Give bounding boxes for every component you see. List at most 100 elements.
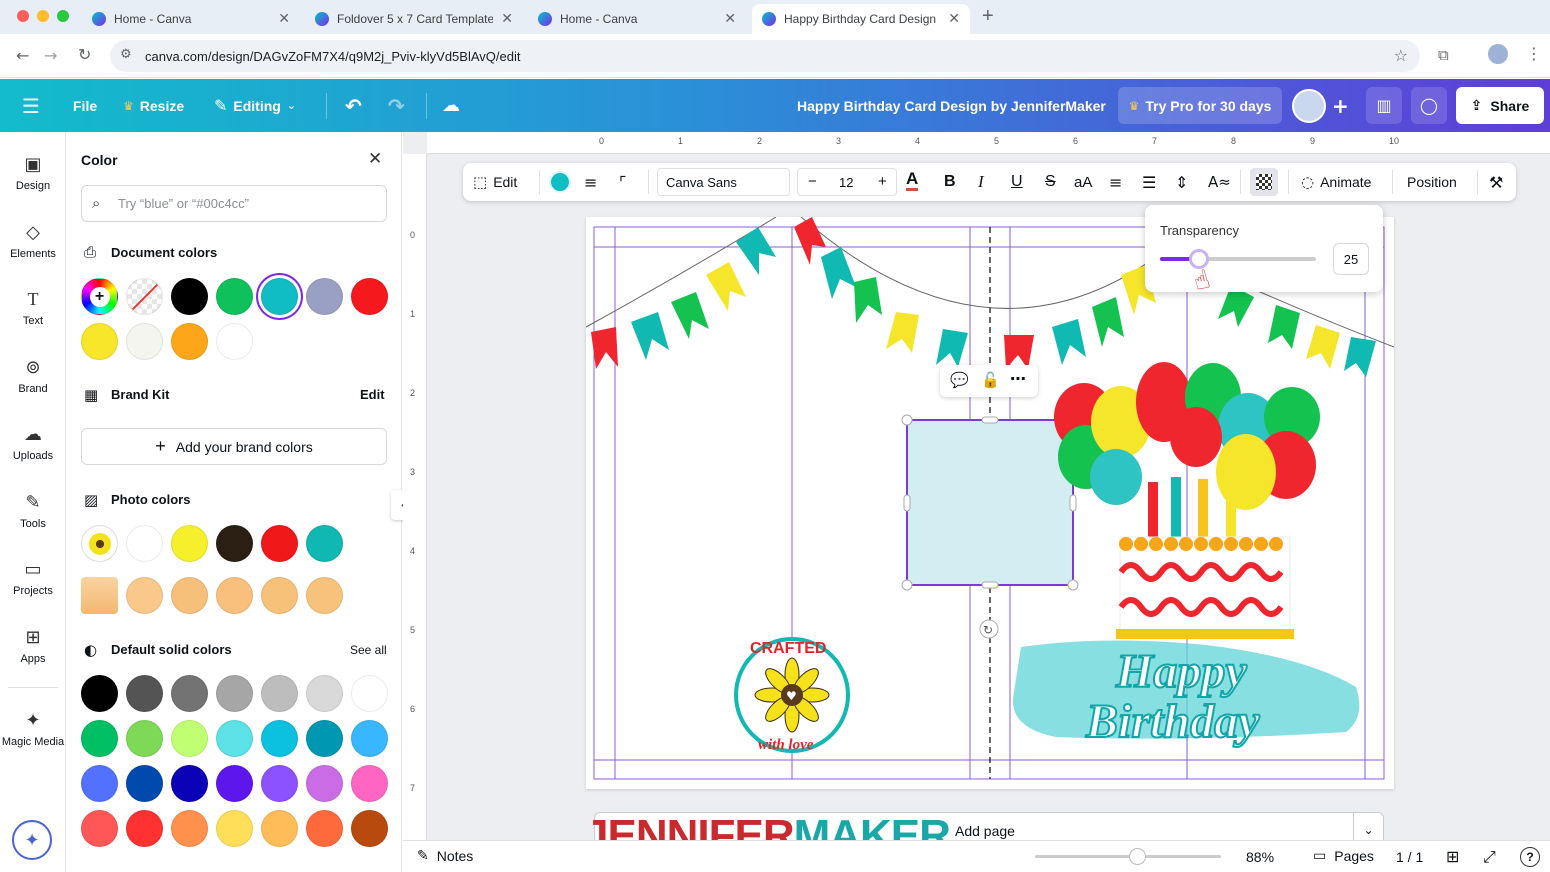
close-window-icon[interactable] — [17, 10, 29, 22]
browser-tab-4-active[interactable]: Happy Birthday Card Design ✕ — [752, 4, 970, 34]
default-color-swatch[interactable] — [261, 675, 298, 712]
rail-elements[interactable]: ◇ Elements — [0, 222, 66, 260]
default-color-swatch[interactable] — [351, 810, 388, 847]
photo-color-swatch[interactable] — [306, 525, 343, 562]
default-color-swatch[interactable] — [306, 720, 343, 757]
minimize-window-icon[interactable] — [37, 10, 49, 22]
browser-menu-icon[interactable]: ⋮ — [1526, 44, 1542, 63]
browser-tab-2[interactable]: Foldover 5 x 7 Card Template ✕ — [305, 4, 523, 34]
transparency-button[interactable] — [1250, 168, 1278, 196]
document-color-swatch[interactable] — [81, 323, 118, 360]
close-tab-icon[interactable]: ✕ — [948, 11, 960, 27]
user-avatar[interactable] — [1292, 89, 1326, 123]
new-tab-button[interactable]: + — [982, 5, 994, 28]
cloud-saved-icon[interactable]: ☁ — [442, 79, 460, 132]
default-color-swatch[interactable] — [216, 675, 253, 712]
document-color-swatch[interactable] — [306, 278, 343, 315]
add-comment-icon[interactable]: 💬 — [950, 371, 969, 389]
maximize-window-icon[interactable] — [57, 10, 69, 22]
rail-tools[interactable]: ✎ Tools — [0, 492, 66, 530]
redo-icon[interactable]: ↷ — [388, 79, 405, 132]
text-effects-icon[interactable]: A≈ — [1208, 163, 1231, 201]
document-color-swatch[interactable] — [171, 323, 208, 360]
browser-tab-3[interactable]: Home - Canva ✕ — [528, 4, 746, 34]
font-size-value[interactable]: 12 — [839, 175, 853, 190]
document-color-swatch[interactable] — [126, 323, 163, 360]
default-color-swatch[interactable] — [261, 720, 298, 757]
photo-color-swatch[interactable] — [216, 577, 253, 614]
document-color-swatch[interactable] — [216, 278, 253, 315]
notes-button[interactable]: ✎ Notes — [417, 848, 473, 864]
default-color-swatch[interactable] — [81, 810, 118, 847]
transparency-slider-track[interactable] — [1160, 249, 1316, 269]
share-button[interactable]: ⇪ Share — [1456, 87, 1544, 124]
photo-color-swatch[interactable] — [171, 577, 208, 614]
rail-design[interactable]: ▣ Design — [0, 154, 66, 192]
address-bar[interactable]: ⚙ canva.com/design/DAGvZoFM7X4/q9M2j_Pvi… — [110, 40, 1420, 72]
list-icon[interactable]: ☰ — [1142, 163, 1156, 201]
zoom-slider-handle[interactable] — [1129, 848, 1146, 865]
pages-button[interactable]: ▭ Pages — [1313, 848, 1374, 864]
default-color-swatch[interactable] — [126, 675, 163, 712]
see-all-link[interactable]: See all — [350, 643, 387, 657]
more-options-icon[interactable]: ⋯ — [1010, 369, 1026, 388]
rail-magic-media[interactable]: ✦ Magic Media — [0, 710, 66, 748]
comments-button[interactable]: ◯ — [1411, 87, 1447, 124]
close-tab-icon[interactable]: ✕ — [501, 11, 513, 27]
zoom-slider[interactable] — [1035, 848, 1221, 865]
browser-tab-1[interactable]: Home - Canva ✕ — [82, 4, 300, 34]
transparency-value-input[interactable]: 25 — [1333, 243, 1369, 275]
add-brand-colors-button[interactable]: + Add your brand colors — [81, 428, 387, 465]
document-color-swatch[interactable] — [216, 323, 253, 360]
back-icon[interactable]: ← — [16, 46, 29, 65]
fill-color-button[interactable] — [549, 171, 571, 193]
default-color-swatch[interactable] — [216, 810, 253, 847]
insights-button[interactable]: ▥ — [1366, 87, 1402, 124]
default-color-swatch[interactable] — [126, 765, 163, 802]
reload-icon[interactable]: ↻ — [78, 45, 91, 64]
photo-color-swatch[interactable] — [171, 525, 208, 562]
border-style-icon[interactable]: ≡ — [584, 163, 597, 201]
document-title[interactable]: Happy Birthday Card Design by JenniferMa… — [797, 79, 1106, 132]
undo-icon[interactable]: ↶ — [345, 79, 362, 132]
default-color-swatch[interactable] — [306, 675, 343, 712]
site-info-icon[interactable]: ⚙ — [120, 47, 132, 62]
selected-rectangle[interactable] — [906, 419, 1074, 586]
rail-projects[interactable]: ▭ Projects — [0, 559, 66, 597]
rail-apps[interactable]: ⊞ Apps — [0, 627, 66, 665]
default-color-swatch[interactable] — [351, 765, 388, 802]
profile-avatar[interactable] — [1488, 44, 1508, 64]
default-color-swatch[interactable] — [81, 720, 118, 757]
rail-brand[interactable]: ⊚ Brand — [0, 357, 66, 395]
default-color-swatch[interactable] — [261, 765, 298, 802]
photo-thumbnail-swatch[interactable] — [81, 525, 118, 562]
default-color-swatch[interactable] — [306, 765, 343, 802]
zoom-level[interactable]: 88% — [1246, 849, 1274, 865]
default-color-swatch[interactable] — [126, 810, 163, 847]
resize-button[interactable]: ♛ Resize — [123, 79, 184, 132]
search-tabs-icon[interactable]: ⧉ — [1438, 46, 1449, 64]
photo-color-swatch[interactable] — [261, 577, 298, 614]
default-color-swatch[interactable] — [306, 810, 343, 847]
default-color-swatch[interactable] — [216, 720, 253, 757]
help-button[interactable]: ? — [1520, 847, 1540, 867]
document-color-swatch[interactable] — [171, 278, 208, 315]
editing-mode-button[interactable]: ✎ Editing ⌄ — [214, 79, 296, 132]
brand-kit-edit-link[interactable]: Edit — [360, 387, 385, 402]
add-color-button[interactable]: + — [81, 278, 118, 315]
fullscreen-icon[interactable]: ⤢ — [1483, 847, 1496, 867]
italic-button[interactable]: I — [978, 163, 984, 201]
font-family-select[interactable]: Canva Sans — [657, 168, 790, 196]
spacing-icon[interactable]: ⇕ — [1175, 163, 1188, 201]
design-page[interactable]: ↻ ♥ CRAFTED with love Happy Birthday — [586, 217, 1394, 789]
document-color-swatch-selected[interactable] — [261, 278, 298, 315]
rail-text[interactable]: T Text — [0, 289, 66, 327]
add-collaborator-icon[interactable]: + — [1332, 79, 1349, 132]
photo-color-swatch[interactable] — [126, 577, 163, 614]
file-menu[interactable]: File — [73, 79, 97, 132]
default-color-swatch[interactable] — [351, 675, 388, 712]
default-color-swatch[interactable] — [351, 720, 388, 757]
text-color-button[interactable]: A — [906, 163, 919, 201]
transparent-swatch[interactable] — [126, 278, 163, 315]
edit-button[interactable]: ⬚ Edit — [473, 163, 517, 201]
